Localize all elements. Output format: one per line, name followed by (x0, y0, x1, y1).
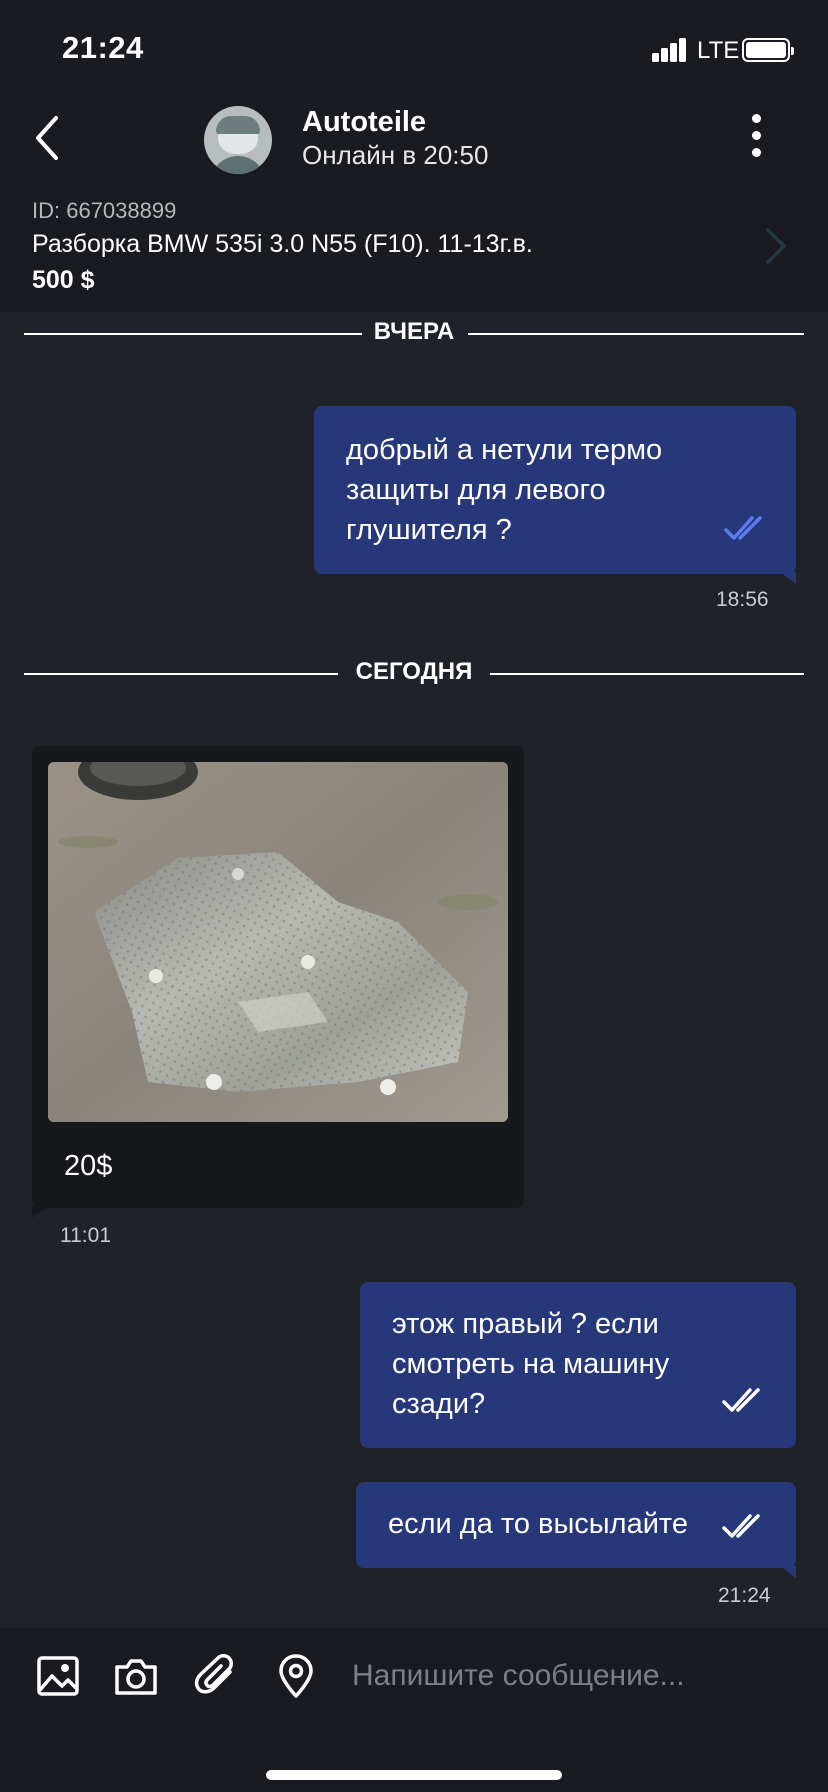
message-input[interactable] (352, 1654, 792, 1698)
signal-icon (652, 38, 688, 62)
status-time: 21:24 (62, 30, 144, 65)
message-time: 18:56 (716, 588, 769, 611)
chevron-left-icon (36, 116, 58, 160)
message-outgoing[interactable]: если да то высылайте (356, 1482, 796, 1578)
home-indicator[interactable] (266, 1770, 562, 1780)
back-button[interactable] (28, 112, 68, 164)
message-time: 11:01 (60, 1224, 111, 1247)
double-check-icon (722, 1514, 760, 1538)
location-icon (279, 1654, 313, 1698)
message-text: если да то высылайте (388, 1508, 688, 1540)
gallery-button[interactable] (34, 1652, 82, 1700)
attach-button[interactable] (192, 1652, 240, 1700)
camera-button[interactable] (112, 1652, 160, 1700)
date-label: СЕГОДНЯ (355, 658, 473, 685)
contact-status: Онлайн в 20:50 (302, 140, 489, 170)
message-incoming-photo[interactable]: 20$ (32, 746, 524, 1218)
message-text: этож правый ? если смотреть на машину сз… (392, 1308, 670, 1420)
listing-open-button[interactable] (760, 226, 790, 266)
camera-icon (115, 1659, 157, 1695)
contact-name[interactable]: Autoteile (302, 106, 426, 139)
paperclip-icon (194, 1654, 233, 1694)
message-photo[interactable] (48, 762, 508, 1122)
message-time: 21:24 (718, 1584, 771, 1607)
chat-header: 21:24 LTE Autoteile Онлайн в 20:50 ID: 6… (0, 0, 828, 312)
double-check-icon (722, 1388, 760, 1412)
date-separator-yesterday: ВЧЕРА (24, 314, 804, 354)
message-outgoing[interactable]: этож правый ? если смотреть на машину сз… (360, 1282, 796, 1448)
listing-title[interactable]: Разборка BMW 535i 3.0 N55 (F10). 11-13г.… (32, 230, 533, 259)
more-icon (752, 114, 761, 123)
heat-shield-photo (48, 762, 508, 1122)
message-outgoing[interactable]: добрый а нетули термо защиты для левого … (314, 406, 796, 584)
avatar[interactable] (204, 106, 272, 174)
more-options-button[interactable] (752, 114, 772, 162)
message-text: добрый а нетули термо защиты для левого … (346, 434, 663, 546)
location-button[interactable] (272, 1652, 320, 1700)
network-label: LTE (697, 37, 740, 64)
double-check-icon (724, 516, 762, 540)
gallery-icon (37, 1656, 79, 1696)
composer-bar (0, 1628, 828, 1792)
battery-icon (742, 38, 794, 62)
date-label: ВЧЕРА (373, 318, 455, 345)
listing-price: 500 $ (32, 266, 95, 294)
listing-id: ID: 667038899 (32, 198, 177, 223)
date-separator-today: СЕГОДНЯ (24, 654, 804, 694)
chevron-right-icon (766, 228, 786, 264)
photo-caption: 20$ (64, 1150, 113, 1182)
